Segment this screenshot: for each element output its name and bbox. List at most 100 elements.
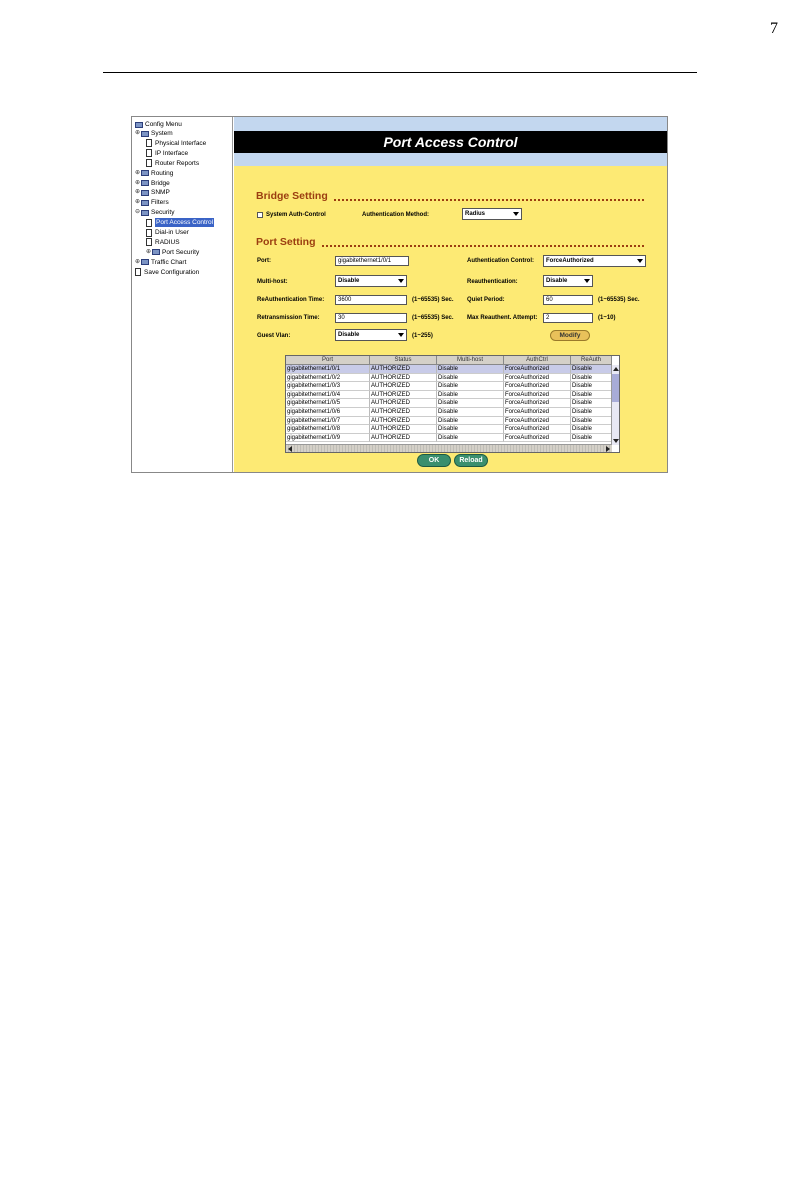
column-header[interactable]: Multi-host: [437, 356, 504, 365]
sidebar-item[interactable]: ⊖ Security: [135, 208, 174, 217]
sidebar-item[interactable]: ⊕ Port Security: [146, 248, 199, 257]
folder-icon: [141, 209, 149, 216]
column-header[interactable]: AuthCtrl: [504, 356, 571, 365]
sidebar-item[interactable]: Save Configuration: [135, 268, 199, 277]
sidebar-item[interactable]: Router Reports: [146, 159, 199, 168]
table-cell: ForceAuthorized: [504, 390, 571, 400]
vertical-scrollbar[interactable]: [611, 365, 619, 445]
page-title: Port Access Control: [234, 131, 667, 153]
max-reauth-label: Max Reauthent. Attempt:: [467, 315, 538, 321]
scroll-right-icon[interactable]: [606, 446, 610, 452]
sidebar-item-label: SNMP: [151, 189, 170, 197]
sidebar-item[interactable]: RADIUS: [146, 238, 180, 247]
table-cell: Disable: [571, 408, 612, 417]
table-cell: gigabitethernet1/0/8: [286, 425, 370, 434]
table-cell: Disable: [437, 390, 504, 400]
reauth-time-field[interactable]: 3600: [335, 295, 407, 305]
sidebar-item[interactable]: Dial-in User: [146, 228, 189, 237]
guest-vlan-select[interactable]: Disable: [335, 329, 407, 341]
folder-icon: [135, 121, 143, 128]
multi-host-select[interactable]: Disable: [335, 275, 407, 287]
sidebar-item[interactable]: ⊕ System: [135, 129, 173, 138]
main-panel: Port Access Control Bridge Setting Syste…: [234, 117, 667, 472]
table-row[interactable]: gigabitethernet1/0/8 AUTHORIZED Disable For…: [286, 425, 612, 434]
sidebar-item-label: Routing: [151, 169, 174, 177]
table-row[interactable]: gigabitethernet1/0/3 AUTHORIZED Disable For…: [286, 382, 612, 391]
table-cell: Disable: [571, 425, 612, 434]
table-cell: gigabitethernet1/0/9: [286, 433, 370, 443]
port-field[interactable]: gigabitethernet1/0/1: [335, 256, 409, 266]
sidebar-item-label: Port Access Control: [155, 218, 215, 228]
chevron-down-icon: [637, 259, 643, 263]
table-cell: gigabitethernet1/0/4: [286, 390, 370, 400]
table-row[interactable]: gigabitethernet1/0/5 AUTHORIZED Disable For…: [286, 399, 612, 408]
auth-method-select[interactable]: Radius: [462, 208, 522, 220]
table-cell: gigabitethernet1/0/6: [286, 408, 370, 417]
table-cell: gigabitethernet1/0/1: [286, 365, 370, 374]
bridge-setting-dots: [334, 199, 644, 201]
table-cell: AUTHORIZED: [370, 373, 437, 383]
ok-button[interactable]: OK: [417, 454, 451, 467]
table-row[interactable]: gigabitethernet1/0/1 AUTHORIZED Disable For…: [286, 365, 612, 374]
table-cell: Disable: [437, 416, 504, 426]
column-header[interactable]: Status: [370, 356, 437, 365]
table-row[interactable]: gigabitethernet1/0/4 AUTHORIZED Disable For…: [286, 390, 612, 400]
sidebar-item[interactable]: ⊕ Filters: [135, 198, 169, 207]
auth-control-select[interactable]: ForceAuthorized: [543, 255, 646, 267]
port-table: Port Status Multi-host AuthCtrl ReAuth gigab…: [285, 355, 620, 453]
horizontal-scrollbar[interactable]: [286, 444, 612, 452]
reauth-select[interactable]: Disable: [543, 275, 593, 287]
table-row[interactable]: gigabitethernet1/0/6 AUTHORIZED Disable For…: [286, 408, 612, 417]
guest-vlan-hint: (1~255): [412, 333, 433, 339]
sidebar-item[interactable]: ⊕ Traffic Chart: [135, 258, 186, 267]
sidebar-item[interactable]: IP Interface: [146, 149, 188, 158]
port-label: Port:: [257, 258, 271, 264]
reauth-label: Reauthentication:: [467, 279, 518, 285]
retrans-hint: (1~65535) Sec.: [412, 315, 454, 321]
quiet-period-field[interactable]: 60: [543, 295, 593, 305]
table-header: Port Status Multi-host AuthCtrl ReAuth: [286, 356, 612, 365]
sidebar-item[interactable]: ⊕ SNMP: [135, 188, 170, 197]
table-cell: AUTHORIZED: [370, 425, 437, 434]
sidebar-item[interactable]: ⊕ Routing: [135, 169, 173, 178]
config-menu-tree: Config Menu ⊕ System Physical Interface IP …: [132, 117, 233, 472]
table-cell: Disable: [571, 433, 612, 443]
max-reauth-field[interactable]: 2: [543, 313, 593, 323]
sidebar-item-label: Bridge: [151, 179, 170, 187]
system-auth-label: System Auth-Control: [266, 212, 326, 218]
table-cell: Disable: [571, 399, 612, 408]
sidebar-item-label: Port Security: [162, 248, 200, 256]
reload-button[interactable]: Reload: [454, 454, 488, 467]
tree-root-label: Config Menu: [145, 121, 182, 128]
scroll-left-icon[interactable]: [288, 446, 292, 452]
sidebar-item[interactable]: Physical Interface: [146, 139, 206, 148]
column-header[interactable]: Port: [286, 356, 370, 365]
table-cell: Disable: [571, 373, 612, 383]
table-row[interactable]: gigabitethernet1/0/2 AUTHORIZED Disable For…: [286, 373, 612, 383]
table-row[interactable]: gigabitethernet1/0/9 AUTHORIZED Disable For…: [286, 433, 612, 443]
modify-button[interactable]: Modify: [550, 330, 590, 341]
table-cell: AUTHORIZED: [370, 390, 437, 400]
tree-root[interactable]: Config Menu: [135, 120, 182, 129]
table-cell: ForceAuthorized: [504, 365, 571, 374]
table-cell: gigabitethernet1/0/2: [286, 373, 370, 383]
scroll-down-icon[interactable]: [613, 439, 619, 443]
top-strip: [234, 117, 667, 131]
sidebar-item-label: IP Interface: [155, 149, 189, 157]
scroll-thumb[interactable]: [612, 374, 619, 402]
sidebar-item[interactable]: Port Access Control: [146, 218, 215, 228]
page-number: 7: [770, 20, 778, 37]
folder-icon: [141, 180, 149, 186]
column-header[interactable]: ReAuth: [571, 356, 612, 365]
sidebar-item-label: Physical Interface: [155, 139, 207, 147]
retrans-field[interactable]: 30: [335, 313, 407, 323]
table-row[interactable]: gigabitethernet1/0/7 AUTHORIZED Disable For…: [286, 416, 612, 426]
system-auth-checkbox[interactable]: [257, 212, 263, 218]
quiet-period-label: Quiet Period:: [467, 297, 505, 303]
document-icon: [146, 149, 152, 158]
sidebar-item[interactable]: ⊕ Bridge: [135, 179, 170, 188]
table-cell: AUTHORIZED: [370, 382, 437, 391]
bridge-setting-heading: Bridge Setting: [256, 190, 328, 202]
folder-icon: [152, 249, 160, 256]
scroll-up-icon[interactable]: [613, 367, 619, 371]
